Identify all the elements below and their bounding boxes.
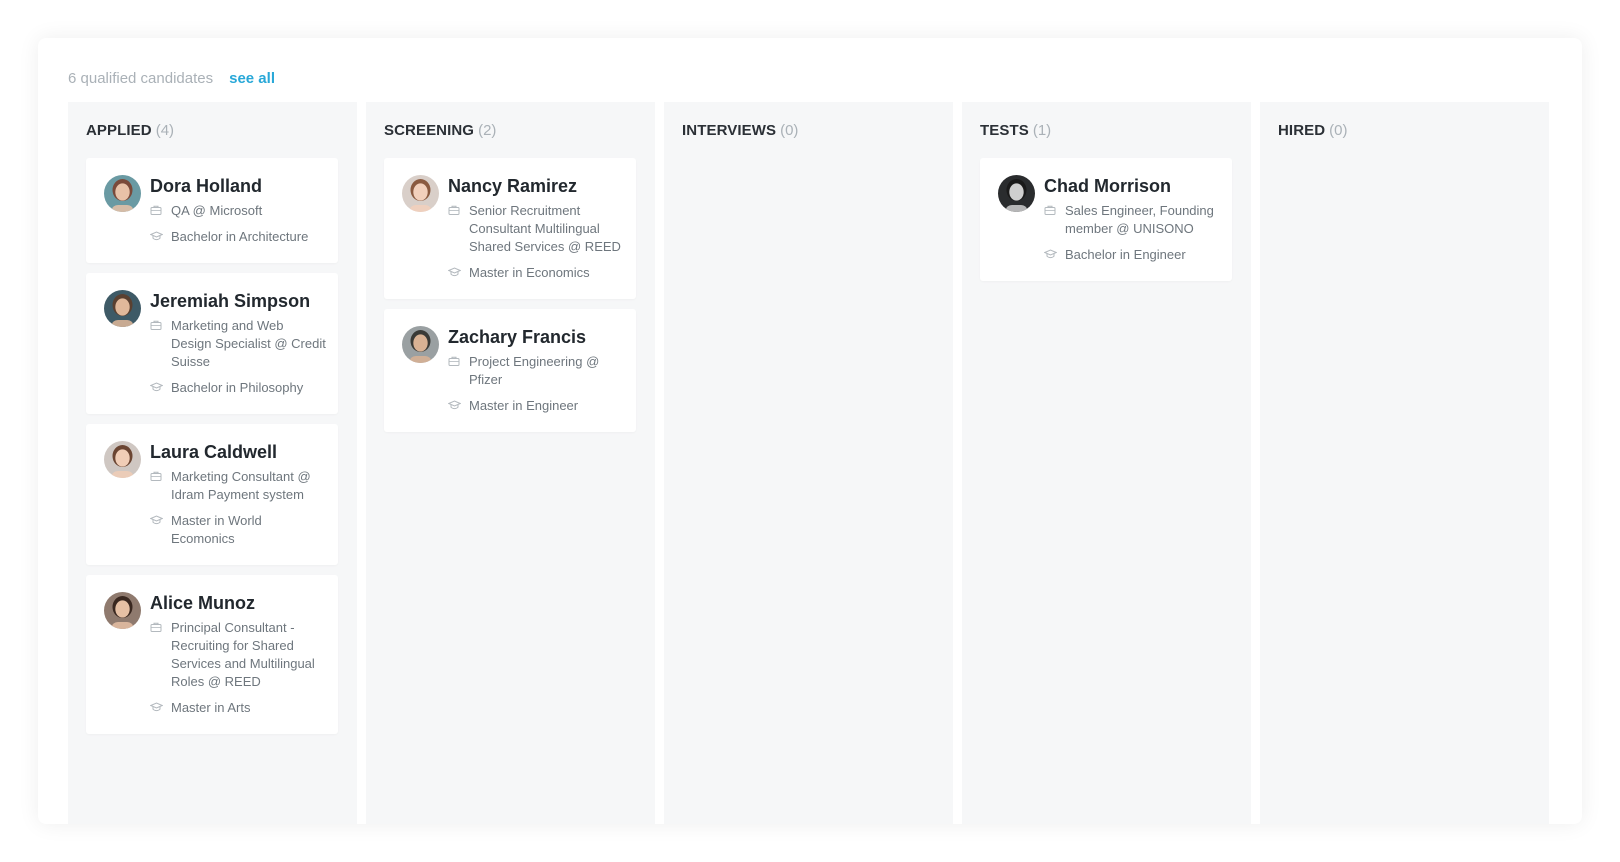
- pipeline-summary: 6 qualified candidates see all: [68, 68, 275, 88]
- column-applied: APPLIED (4) Dora Holland QA @ Microsoft Bach…: [68, 102, 357, 824]
- column-tests: TESTS (1) Chad Morrison Sales Engineer, Fou…: [962, 102, 1251, 824]
- education-text: Bachelor in Architecture: [171, 229, 309, 244]
- avatar: [104, 290, 141, 327]
- column-hired: HIRED (0): [1260, 102, 1549, 824]
- education-line: Master in Engineer: [448, 397, 624, 415]
- column-header: TESTS (1): [980, 120, 1233, 140]
- candidate-info: Chad Morrison Sales Engineer, Founding me…: [1044, 175, 1220, 264]
- briefcase-icon: [150, 619, 164, 691]
- job-line: Sales Engineer, Founding member @ UNISON…: [1044, 202, 1220, 238]
- column-title: SCREENING: [384, 121, 475, 139]
- education-line: Master in Arts: [150, 699, 326, 717]
- column-title: INTERVIEWS: [682, 121, 777, 139]
- job-text: Senior Recruitment Consultant Multilingu…: [469, 203, 621, 254]
- candidate-card[interactable]: Jeremiah Simpson Marketing and Web Design…: [86, 273, 338, 414]
- education-text: Master in World Ecomonics: [171, 513, 262, 546]
- qualified-count-text: 6 qualified candidates: [68, 69, 214, 87]
- graduation-cap-icon: [448, 397, 462, 415]
- education-text: Master in Economics: [469, 265, 590, 280]
- column-title: APPLIED: [86, 121, 152, 139]
- graduation-cap-icon: [150, 512, 164, 548]
- candidate-card[interactable]: Zachary Francis Project Engineering @ Pfi…: [384, 309, 636, 432]
- graduation-cap-icon: [448, 264, 462, 282]
- briefcase-icon: [1044, 202, 1058, 238]
- candidate-card[interactable]: Dora Holland QA @ Microsoft Bachelor in Ar…: [86, 158, 338, 263]
- column-header: APPLIED (4): [86, 120, 339, 140]
- briefcase-icon: [448, 202, 462, 256]
- column-count: (1): [1032, 121, 1052, 139]
- briefcase-icon: [150, 317, 164, 371]
- candidate-card[interactable]: Nancy Ramirez Senior Recruitment Consulta…: [384, 158, 636, 299]
- graduation-cap-icon: [150, 699, 164, 717]
- job-line: Marketing and Web Design Specialist @ Cr…: [150, 317, 326, 371]
- candidate-info: Zachary Francis Project Engineering @ Pfi…: [448, 326, 624, 415]
- avatar: [402, 175, 439, 212]
- education-line: Bachelor in Philosophy: [150, 379, 326, 397]
- candidate-info: Nancy Ramirez Senior Recruitment Consulta…: [448, 175, 624, 282]
- candidate-name[interactable]: Chad Morrison: [1044, 175, 1220, 197]
- pipeline-panel: 6 qualified candidates see all APPLIED (4…: [38, 38, 1582, 824]
- column-title: HIRED: [1278, 121, 1326, 139]
- education-text: Bachelor in Engineer: [1065, 247, 1186, 262]
- graduation-cap-icon: [150, 379, 164, 397]
- candidate-name[interactable]: Dora Holland: [150, 175, 326, 197]
- job-line: Senior Recruitment Consultant Multilingu…: [448, 202, 624, 256]
- education-text: Master in Engineer: [469, 398, 579, 413]
- candidate-name[interactable]: Jeremiah Simpson: [150, 290, 326, 312]
- candidate-info: Alice Munoz Principal Consultant - Recrui…: [150, 592, 326, 717]
- avatar: [104, 175, 141, 212]
- column-header: HIRED (0): [1278, 120, 1531, 140]
- avatar: [998, 175, 1035, 212]
- graduation-cap-icon: [150, 228, 164, 246]
- education-line: Bachelor in Architecture: [150, 228, 326, 246]
- briefcase-icon: [448, 353, 462, 389]
- education-text: Master in Arts: [171, 700, 251, 715]
- education-line: Bachelor in Engineer: [1044, 246, 1220, 264]
- candidate-name[interactable]: Laura Caldwell: [150, 441, 326, 463]
- education-line: Master in World Ecomonics: [150, 512, 326, 548]
- briefcase-icon: [150, 202, 164, 220]
- avatar: [104, 592, 141, 629]
- column-screening: SCREENING (2) Nancy Ramirez Senior Recruitm…: [366, 102, 655, 824]
- column-header: SCREENING (2): [384, 120, 637, 140]
- job-text: Sales Engineer, Founding member @ UNISON…: [1065, 203, 1214, 236]
- briefcase-icon: [150, 468, 164, 504]
- job-line: Marketing Consultant @ Idram Payment sys…: [150, 468, 326, 504]
- job-text: Marketing and Web Design Specialist @ Cr…: [171, 318, 326, 369]
- avatar: [104, 441, 141, 478]
- candidate-info: Dora Holland QA @ Microsoft Bachelor in Ar…: [150, 175, 326, 246]
- education-line: Master in Economics: [448, 264, 624, 282]
- pipeline-board: APPLIED (4) Dora Holland QA @ Microsoft Bach…: [68, 102, 1549, 824]
- candidate-name[interactable]: Alice Munoz: [150, 592, 326, 614]
- candidate-name[interactable]: Zachary Francis: [448, 326, 624, 348]
- job-line: Principal Consultant - Recruiting for Sh…: [150, 619, 326, 691]
- job-text: QA @ Microsoft: [171, 203, 263, 218]
- job-line: Project Engineering @ Pfizer: [448, 353, 624, 389]
- education-text: Bachelor in Philosophy: [171, 380, 304, 395]
- column-header: INTERVIEWS (0): [682, 120, 935, 140]
- avatar: [402, 326, 439, 363]
- column-count: (4): [155, 121, 175, 139]
- candidate-name[interactable]: Nancy Ramirez: [448, 175, 624, 197]
- column-count: (0): [1329, 121, 1348, 139]
- candidate-info: Laura Caldwell Marketing Consultant @ Idr…: [150, 441, 326, 548]
- candidate-card[interactable]: Laura Caldwell Marketing Consultant @ Idr…: [86, 424, 338, 565]
- column-interviews: INTERVIEWS (0): [664, 102, 953, 824]
- column-count: (2): [478, 121, 497, 139]
- job-text: Principal Consultant - Recruiting for Sh…: [171, 620, 315, 689]
- column-title: TESTS: [980, 121, 1029, 139]
- graduation-cap-icon: [1044, 246, 1058, 264]
- job-line: QA @ Microsoft: [150, 202, 326, 220]
- candidate-card[interactable]: Alice Munoz Principal Consultant - Recrui…: [86, 575, 338, 734]
- job-text: Project Engineering @ Pfizer: [469, 354, 600, 387]
- candidate-card[interactable]: Chad Morrison Sales Engineer, Founding me…: [980, 158, 1232, 281]
- candidate-info: Jeremiah Simpson Marketing and Web Design…: [150, 290, 326, 397]
- job-text: Marketing Consultant @ Idram Payment sys…: [171, 469, 311, 502]
- column-count: (0): [780, 121, 799, 139]
- see-all-link[interactable]: see all: [229, 70, 275, 87]
